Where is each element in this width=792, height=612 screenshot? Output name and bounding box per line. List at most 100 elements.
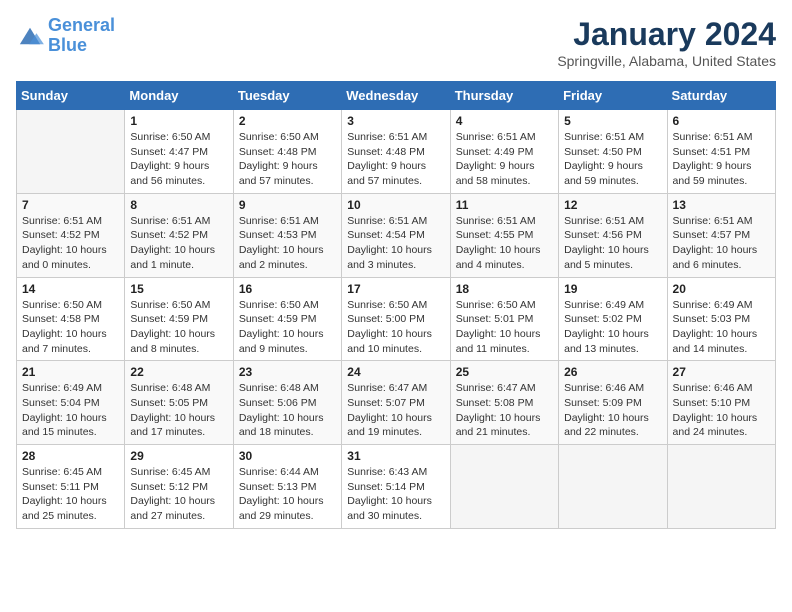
day-info: Sunrise: 6:51 AMSunset: 4:53 PMDaylight:…: [239, 214, 336, 273]
calendar-week-2: 7 Sunrise: 6:51 AMSunset: 4:52 PMDaylight…: [17, 193, 776, 277]
day-number: 11: [456, 198, 553, 212]
calendar-cell: 22Sunrise: 6:48 AMSunset: 5:05 PMDayligh…: [125, 361, 233, 445]
day-number: 23: [239, 365, 336, 379]
day-number: 25: [456, 365, 553, 379]
day-info: Sunrise: 6:45 AMSunset: 5:11 PMDaylight:…: [22, 465, 119, 524]
day-info: Sunrise: 6:50 AMSunset: 4:59 PMDaylight:…: [130, 298, 227, 357]
day-number: 3: [347, 114, 444, 128]
day-number: 21: [22, 365, 119, 379]
calendar-cell: 3Sunrise: 6:51 AMSunset: 4:48 PMDaylight…: [342, 110, 450, 194]
calendar-cell: 15 Sunrise: 6:50 AMSunset: 4:59 PMDayligh…: [125, 277, 233, 361]
calendar-cell: 26 Sunrise: 6:46 AMSunset: 5:09 PMDayligh…: [559, 361, 667, 445]
day-number: 28: [22, 449, 119, 463]
calendar-week-1: 1 Sunrise: 6:50 AMSunset: 4:47 PMDaylight…: [17, 110, 776, 194]
day-info: Sunrise: 6:51 AMSunset: 4:50 PMDaylight:…: [564, 130, 661, 189]
day-info: Sunrise: 6:46 AMSunset: 5:09 PMDaylight:…: [564, 381, 661, 440]
day-number: 4: [456, 114, 553, 128]
calendar-cell: 27 Sunrise: 6:46 AMSunset: 5:10 PMDayligh…: [667, 361, 775, 445]
calendar-cell: 12Sunrise: 6:51 AMSunset: 4:56 PMDayligh…: [559, 193, 667, 277]
calendar-cell: 18 Sunrise: 6:50 AMSunset: 5:01 PMDayligh…: [450, 277, 558, 361]
calendar-cell: [667, 445, 775, 529]
calendar-cell: 14 Sunrise: 6:50 AMSunset: 4:58 PMDayligh…: [17, 277, 125, 361]
day-info: Sunrise: 6:51 AMSunset: 4:52 PMDaylight:…: [130, 214, 227, 273]
day-info: Sunrise: 6:51 AMSunset: 4:51 PMDaylight:…: [673, 130, 770, 189]
day-info: Sunrise: 6:47 AMSunset: 5:08 PMDaylight:…: [456, 381, 553, 440]
day-info: Sunrise: 6:48 AMSunset: 5:05 PMDaylight:…: [130, 381, 227, 440]
calendar-cell: 21Sunrise: 6:49 AMSunset: 5:04 PMDayligh…: [17, 361, 125, 445]
calendar-cell: [17, 110, 125, 194]
day-number: 27: [673, 365, 770, 379]
calendar-week-5: 28 Sunrise: 6:45 AMSunset: 5:11 PMDayligh…: [17, 445, 776, 529]
day-number: 9: [239, 198, 336, 212]
calendar-cell: 30Sunrise: 6:44 AMSunset: 5:13 PMDayligh…: [233, 445, 341, 529]
day-info: Sunrise: 6:50 AMSunset: 5:01 PMDaylight:…: [456, 298, 553, 357]
day-number: 19: [564, 282, 661, 296]
calendar-cell: 20 Sunrise: 6:49 AMSunset: 5:03 PMDayligh…: [667, 277, 775, 361]
day-number: 29: [130, 449, 227, 463]
calendar-cell: 16Sunrise: 6:50 AMSunset: 4:59 PMDayligh…: [233, 277, 341, 361]
day-number: 14: [22, 282, 119, 296]
calendar-cell: 2Sunrise: 6:50 AMSunset: 4:48 PMDaylight…: [233, 110, 341, 194]
day-number: 6: [673, 114, 770, 128]
calendar-cell: 29 Sunrise: 6:45 AMSunset: 5:12 PMDayligh…: [125, 445, 233, 529]
day-info: Sunrise: 6:51 AMSunset: 4:54 PMDaylight:…: [347, 214, 444, 273]
calendar-week-4: 21Sunrise: 6:49 AMSunset: 5:04 PMDayligh…: [17, 361, 776, 445]
day-number: 7: [22, 198, 119, 212]
calendar-cell: 9 Sunrise: 6:51 AMSunset: 4:53 PMDaylight…: [233, 193, 341, 277]
weekday-header-wednesday: Wednesday: [342, 82, 450, 110]
calendar-cell: 8 Sunrise: 6:51 AMSunset: 4:52 PMDaylight…: [125, 193, 233, 277]
calendar-cell: 5Sunrise: 6:51 AMSunset: 4:50 PMDaylight…: [559, 110, 667, 194]
day-info: Sunrise: 6:50 AMSunset: 4:47 PMDaylight:…: [130, 130, 227, 189]
day-info: Sunrise: 6:51 AMSunset: 4:55 PMDaylight:…: [456, 214, 553, 273]
day-info: Sunrise: 6:51 AMSunset: 4:56 PMDaylight:…: [564, 214, 661, 273]
day-number: 15: [130, 282, 227, 296]
logo-text-line2: Blue: [48, 36, 115, 56]
day-info: Sunrise: 6:49 AMSunset: 5:02 PMDaylight:…: [564, 298, 661, 357]
calendar-cell: 6 Sunrise: 6:51 AMSunset: 4:51 PMDaylight…: [667, 110, 775, 194]
day-info: Sunrise: 6:43 AMSunset: 5:14 PMDaylight:…: [347, 465, 444, 524]
weekday-header-tuesday: Tuesday: [233, 82, 341, 110]
weekday-header-row: SundayMondayTuesdayWednesdayThursdayFrid…: [17, 82, 776, 110]
day-number: 1: [130, 114, 227, 128]
calendar-subtitle: Springville, Alabama, United States: [557, 53, 776, 69]
calendar-cell: 28 Sunrise: 6:45 AMSunset: 5:11 PMDayligh…: [17, 445, 125, 529]
day-number: 8: [130, 198, 227, 212]
weekday-header-sunday: Sunday: [17, 82, 125, 110]
calendar-week-3: 14 Sunrise: 6:50 AMSunset: 4:58 PMDayligh…: [17, 277, 776, 361]
calendar-cell: 1 Sunrise: 6:50 AMSunset: 4:47 PMDaylight…: [125, 110, 233, 194]
weekday-header-monday: Monday: [125, 82, 233, 110]
day-info: Sunrise: 6:51 AMSunset: 4:52 PMDaylight:…: [22, 214, 119, 273]
calendar-cell: 25 Sunrise: 6:47 AMSunset: 5:08 PMDayligh…: [450, 361, 558, 445]
day-number: 13: [673, 198, 770, 212]
calendar-cell: 11 Sunrise: 6:51 AMSunset: 4:55 PMDayligh…: [450, 193, 558, 277]
day-info: Sunrise: 6:51 AMSunset: 4:57 PMDaylight:…: [673, 214, 770, 273]
day-number: 26: [564, 365, 661, 379]
day-info: Sunrise: 6:50 AMSunset: 5:00 PMDaylight:…: [347, 298, 444, 357]
day-number: 31: [347, 449, 444, 463]
day-info: Sunrise: 6:50 AMSunset: 4:58 PMDaylight:…: [22, 298, 119, 357]
calendar-cell: 4 Sunrise: 6:51 AMSunset: 4:49 PMDaylight…: [450, 110, 558, 194]
day-info: Sunrise: 6:49 AMSunset: 5:03 PMDaylight:…: [673, 298, 770, 357]
day-info: Sunrise: 6:46 AMSunset: 5:10 PMDaylight:…: [673, 381, 770, 440]
calendar-cell: [559, 445, 667, 529]
calendar-cell: 31 Sunrise: 6:43 AMSunset: 5:14 PMDayligh…: [342, 445, 450, 529]
day-number: 17: [347, 282, 444, 296]
day-info: Sunrise: 6:45 AMSunset: 5:12 PMDaylight:…: [130, 465, 227, 524]
weekday-header-thursday: Thursday: [450, 82, 558, 110]
title-block: January 2024 Springville, Alabama, Unite…: [557, 16, 776, 69]
day-info: Sunrise: 6:44 AMSunset: 5:13 PMDaylight:…: [239, 465, 336, 524]
day-info: Sunrise: 6:50 AMSunset: 4:48 PMDaylight:…: [239, 130, 336, 189]
weekday-header-friday: Friday: [559, 82, 667, 110]
calendar-table: SundayMondayTuesdayWednesdayThursdayFrid…: [16, 81, 776, 529]
weekday-header-saturday: Saturday: [667, 82, 775, 110]
calendar-cell: 24Sunrise: 6:47 AMSunset: 5:07 PMDayligh…: [342, 361, 450, 445]
day-info: Sunrise: 6:47 AMSunset: 5:07 PMDaylight:…: [347, 381, 444, 440]
day-info: Sunrise: 6:51 AMSunset: 4:49 PMDaylight:…: [456, 130, 553, 189]
calendar-title: January 2024: [557, 16, 776, 53]
day-number: 10: [347, 198, 444, 212]
day-number: 20: [673, 282, 770, 296]
calendar-cell: 23Sunrise: 6:48 AMSunset: 5:06 PMDayligh…: [233, 361, 341, 445]
calendar-cell: 17 Sunrise: 6:50 AMSunset: 5:00 PMDayligh…: [342, 277, 450, 361]
day-number: 18: [456, 282, 553, 296]
day-info: Sunrise: 6:50 AMSunset: 4:59 PMDaylight:…: [239, 298, 336, 357]
